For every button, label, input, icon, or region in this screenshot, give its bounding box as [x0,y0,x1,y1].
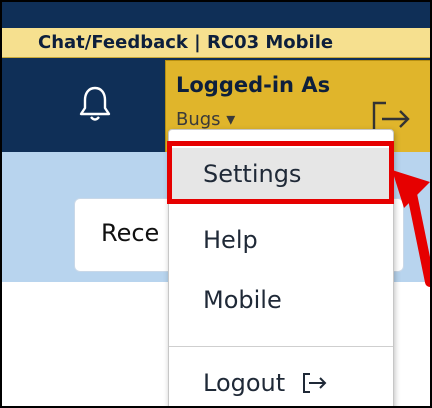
menu-item-settings-label: Settings [203,160,302,188]
user-name[interactable]: Bugs ▾ [176,109,235,130]
menu-item-help-label: Help [203,226,258,254]
user-name-text: Bugs [176,109,221,130]
menu-item-logout[interactable]: Logout [169,357,393,406]
logged-in-label: Logged-in As [176,73,331,97]
logout-icon [303,373,327,393]
screenshot-frame: Chat/Feedback | RC03 Mobile Logged-in As… [0,0,432,408]
chevron-down-icon: ▾ [226,109,236,130]
menu-item-mobile-label: Mobile [203,286,282,314]
menu-divider [169,346,393,347]
menu-item-logout-label: Logout [203,369,286,397]
chat-feedback-label: Chat/Feedback | RC03 Mobile [38,32,334,53]
menu-item-help[interactable]: Help [169,214,393,266]
bell-icon[interactable] [78,84,112,124]
recent-label: Rece [101,219,160,247]
menu-item-settings[interactable]: Settings [169,148,393,200]
user-dropdown-menu: Settings Help Mobile Logout [168,129,394,406]
menu-item-mobile[interactable]: Mobile [169,274,393,326]
chat-feedback-tab[interactable]: Chat/Feedback | RC03 Mobile [2,28,430,58]
